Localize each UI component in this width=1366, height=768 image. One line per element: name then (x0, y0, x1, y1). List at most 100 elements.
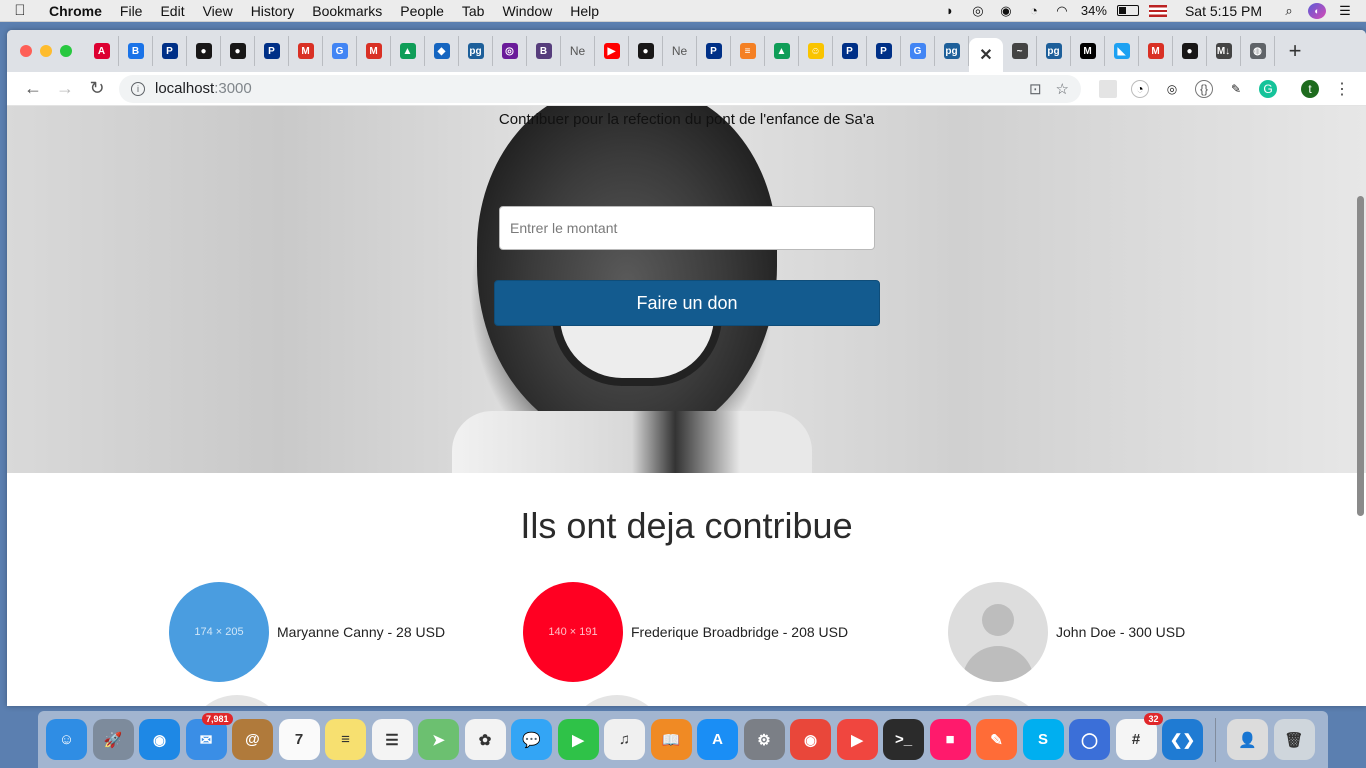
notes-icon[interactable]: ≡ (325, 719, 366, 760)
browser-tab[interactable]: M (357, 36, 391, 66)
appstore-icon[interactable]: A (697, 719, 738, 760)
browser-tab[interactable]: ▲ (391, 36, 425, 66)
flag-icon[interactable] (1148, 4, 1167, 17)
browser-tab[interactable]: G (323, 36, 357, 66)
close-window-button[interactable] (20, 45, 32, 57)
apple-icon[interactable]:  (0, 2, 40, 19)
chrome-icon[interactable]: ◉ (790, 719, 831, 760)
postman-icon[interactable]: ✎ (976, 719, 1017, 760)
forward-icon[interactable]: → (49, 78, 81, 99)
browser-tab[interactable]: ◣ (1105, 36, 1139, 66)
trash-icon[interactable]: 🗑 (1273, 719, 1315, 760)
shield-icon[interactable]: ◉ (997, 3, 1015, 19)
menu-view[interactable]: View (194, 3, 242, 19)
minimize-window-button[interactable] (40, 45, 52, 57)
battery-percent[interactable]: 34% (1081, 3, 1107, 18)
new-tab-button[interactable]: + (1275, 36, 1315, 66)
info-icon[interactable]: i (131, 81, 145, 96)
translate-icon[interactable]: ⊡ (1029, 80, 1042, 98)
menu-edit[interactable]: Edit (151, 3, 193, 19)
page-scrollbar[interactable] (1357, 196, 1364, 516)
timemachine-icon[interactable]: ◔ (1025, 3, 1043, 19)
browser-tab[interactable]: M (289, 36, 323, 66)
browser-tab[interactable]: A (85, 36, 119, 66)
document-icon[interactable]: 👤 (1227, 719, 1268, 760)
amount-input[interactable] (499, 206, 875, 250)
extension-grid-icon[interactable] (1099, 79, 1117, 98)
menu-file[interactable]: File (111, 3, 152, 19)
browser-tab[interactable]: ▶ (595, 36, 629, 66)
menu-app-name[interactable]: Chrome (40, 3, 111, 19)
mail-icon[interactable]: ✉ 7,981 (185, 713, 233, 760)
donate-button[interactable]: Faire un don (494, 280, 880, 326)
browser-tab[interactable]: ☺ (799, 36, 833, 66)
battery-icon[interactable] (1116, 5, 1139, 16)
browser-tab[interactable]: M↓ (1207, 36, 1241, 66)
menu-history[interactable]: History (242, 3, 304, 19)
grammarly-icon[interactable]: G (1259, 79, 1277, 98)
tab-active[interactable]: ✕ (969, 38, 1003, 72)
safari-icon[interactable]: ◉ (139, 719, 180, 760)
browser-tab[interactable]: ◆ (425, 36, 459, 66)
terminal-icon[interactable]: >_ (883, 719, 924, 760)
extension-link-icon[interactable]: ◎ (1163, 80, 1181, 98)
browser-tab[interactable]: P (153, 36, 187, 66)
browser-tab[interactable]: ◎ (493, 36, 527, 66)
browser-tab[interactable]: ▲ (765, 36, 799, 66)
browser-tab[interactable]: M (1139, 36, 1173, 66)
browser-tab[interactable]: B (527, 36, 561, 66)
browser-tab[interactable]: P (833, 36, 867, 66)
browser-tab[interactable]: M (1071, 36, 1105, 66)
itunes-icon[interactable]: ♫ (604, 719, 645, 760)
evernote-icon[interactable]: ◗ (941, 3, 959, 19)
menu-tab[interactable]: Tab (453, 3, 494, 19)
browser-tab[interactable]: P (697, 36, 731, 66)
chrome-menu-icon[interactable]: ⋮ (1333, 80, 1351, 98)
reminders-icon[interactable]: ☰ (371, 719, 413, 760)
player-icon[interactable]: ▶ (836, 719, 878, 760)
wifi-icon[interactable]: ◠ (1053, 3, 1071, 19)
reload-icon[interactable]: ↻ (81, 78, 113, 99)
notification-center-icon[interactable]: ☰ (1336, 3, 1354, 19)
browser-tab[interactable]: ≡ (731, 36, 765, 66)
screenflow-icon[interactable]: ■ (929, 719, 971, 760)
browser-tab[interactable]: Ne (561, 36, 595, 66)
profile-avatar[interactable]: t (1301, 79, 1319, 98)
browser-tab[interactable]: ● (221, 36, 255, 66)
extension-eyedropper-icon[interactable]: ✎ (1227, 80, 1245, 98)
browser-tab[interactable]: B (119, 36, 153, 66)
browser-tab[interactable]: pg (459, 36, 493, 66)
browser-tab[interactable]: ● (629, 36, 663, 66)
browser-tab[interactable]: P (867, 36, 901, 66)
menu-window[interactable]: Window (493, 3, 561, 19)
skype-icon[interactable]: S (1022, 719, 1064, 760)
slack-icon[interactable]: #32 (1115, 713, 1163, 760)
extension-braces-icon[interactable]: {} (1195, 79, 1213, 98)
vscode-icon[interactable]: ❮❯ (1162, 719, 1203, 760)
system-preferences-icon[interactable]: ⚙ (743, 719, 785, 760)
browser-tab[interactable]: Ne (663, 36, 697, 66)
launchpad-icon[interactable]: 🚀 (92, 719, 134, 760)
browser-tab[interactable]: pg (1037, 36, 1071, 66)
menu-people[interactable]: People (391, 3, 453, 19)
chromium-icon[interactable]: ◯ (1069, 719, 1110, 760)
facetime-icon[interactable]: ▶ (557, 719, 599, 760)
browser-tab[interactable]: G (901, 36, 935, 66)
browser-tab[interactable]: P (255, 36, 289, 66)
extension-clock-icon[interactable]: ◔ (1131, 79, 1149, 98)
back-icon[interactable]: ← (17, 78, 49, 99)
search-icon[interactable]: ⌕ (1280, 3, 1298, 19)
zoom-window-button[interactable] (60, 45, 72, 57)
clock[interactable]: Sat 5:15 PM (1185, 3, 1262, 19)
browser-tab[interactable]: ~ (1003, 36, 1037, 66)
maps-icon[interactable]: ➤ (418, 719, 459, 760)
browser-tab[interactable]: pg (935, 36, 969, 66)
menu-bookmarks[interactable]: Bookmarks (303, 3, 391, 19)
menu-help[interactable]: Help (561, 3, 608, 19)
browser-tab[interactable]: ● (1173, 36, 1207, 66)
address-bar[interactable]: i localhost:3000 ⊡ ☆ (119, 74, 1081, 103)
close-tab-icon[interactable]: ✕ (979, 45, 992, 65)
creative-cloud-icon[interactable]: ◎ (969, 3, 987, 19)
books-icon[interactable]: 📖 (650, 719, 692, 760)
browser-tab[interactable]: ● (187, 36, 221, 66)
